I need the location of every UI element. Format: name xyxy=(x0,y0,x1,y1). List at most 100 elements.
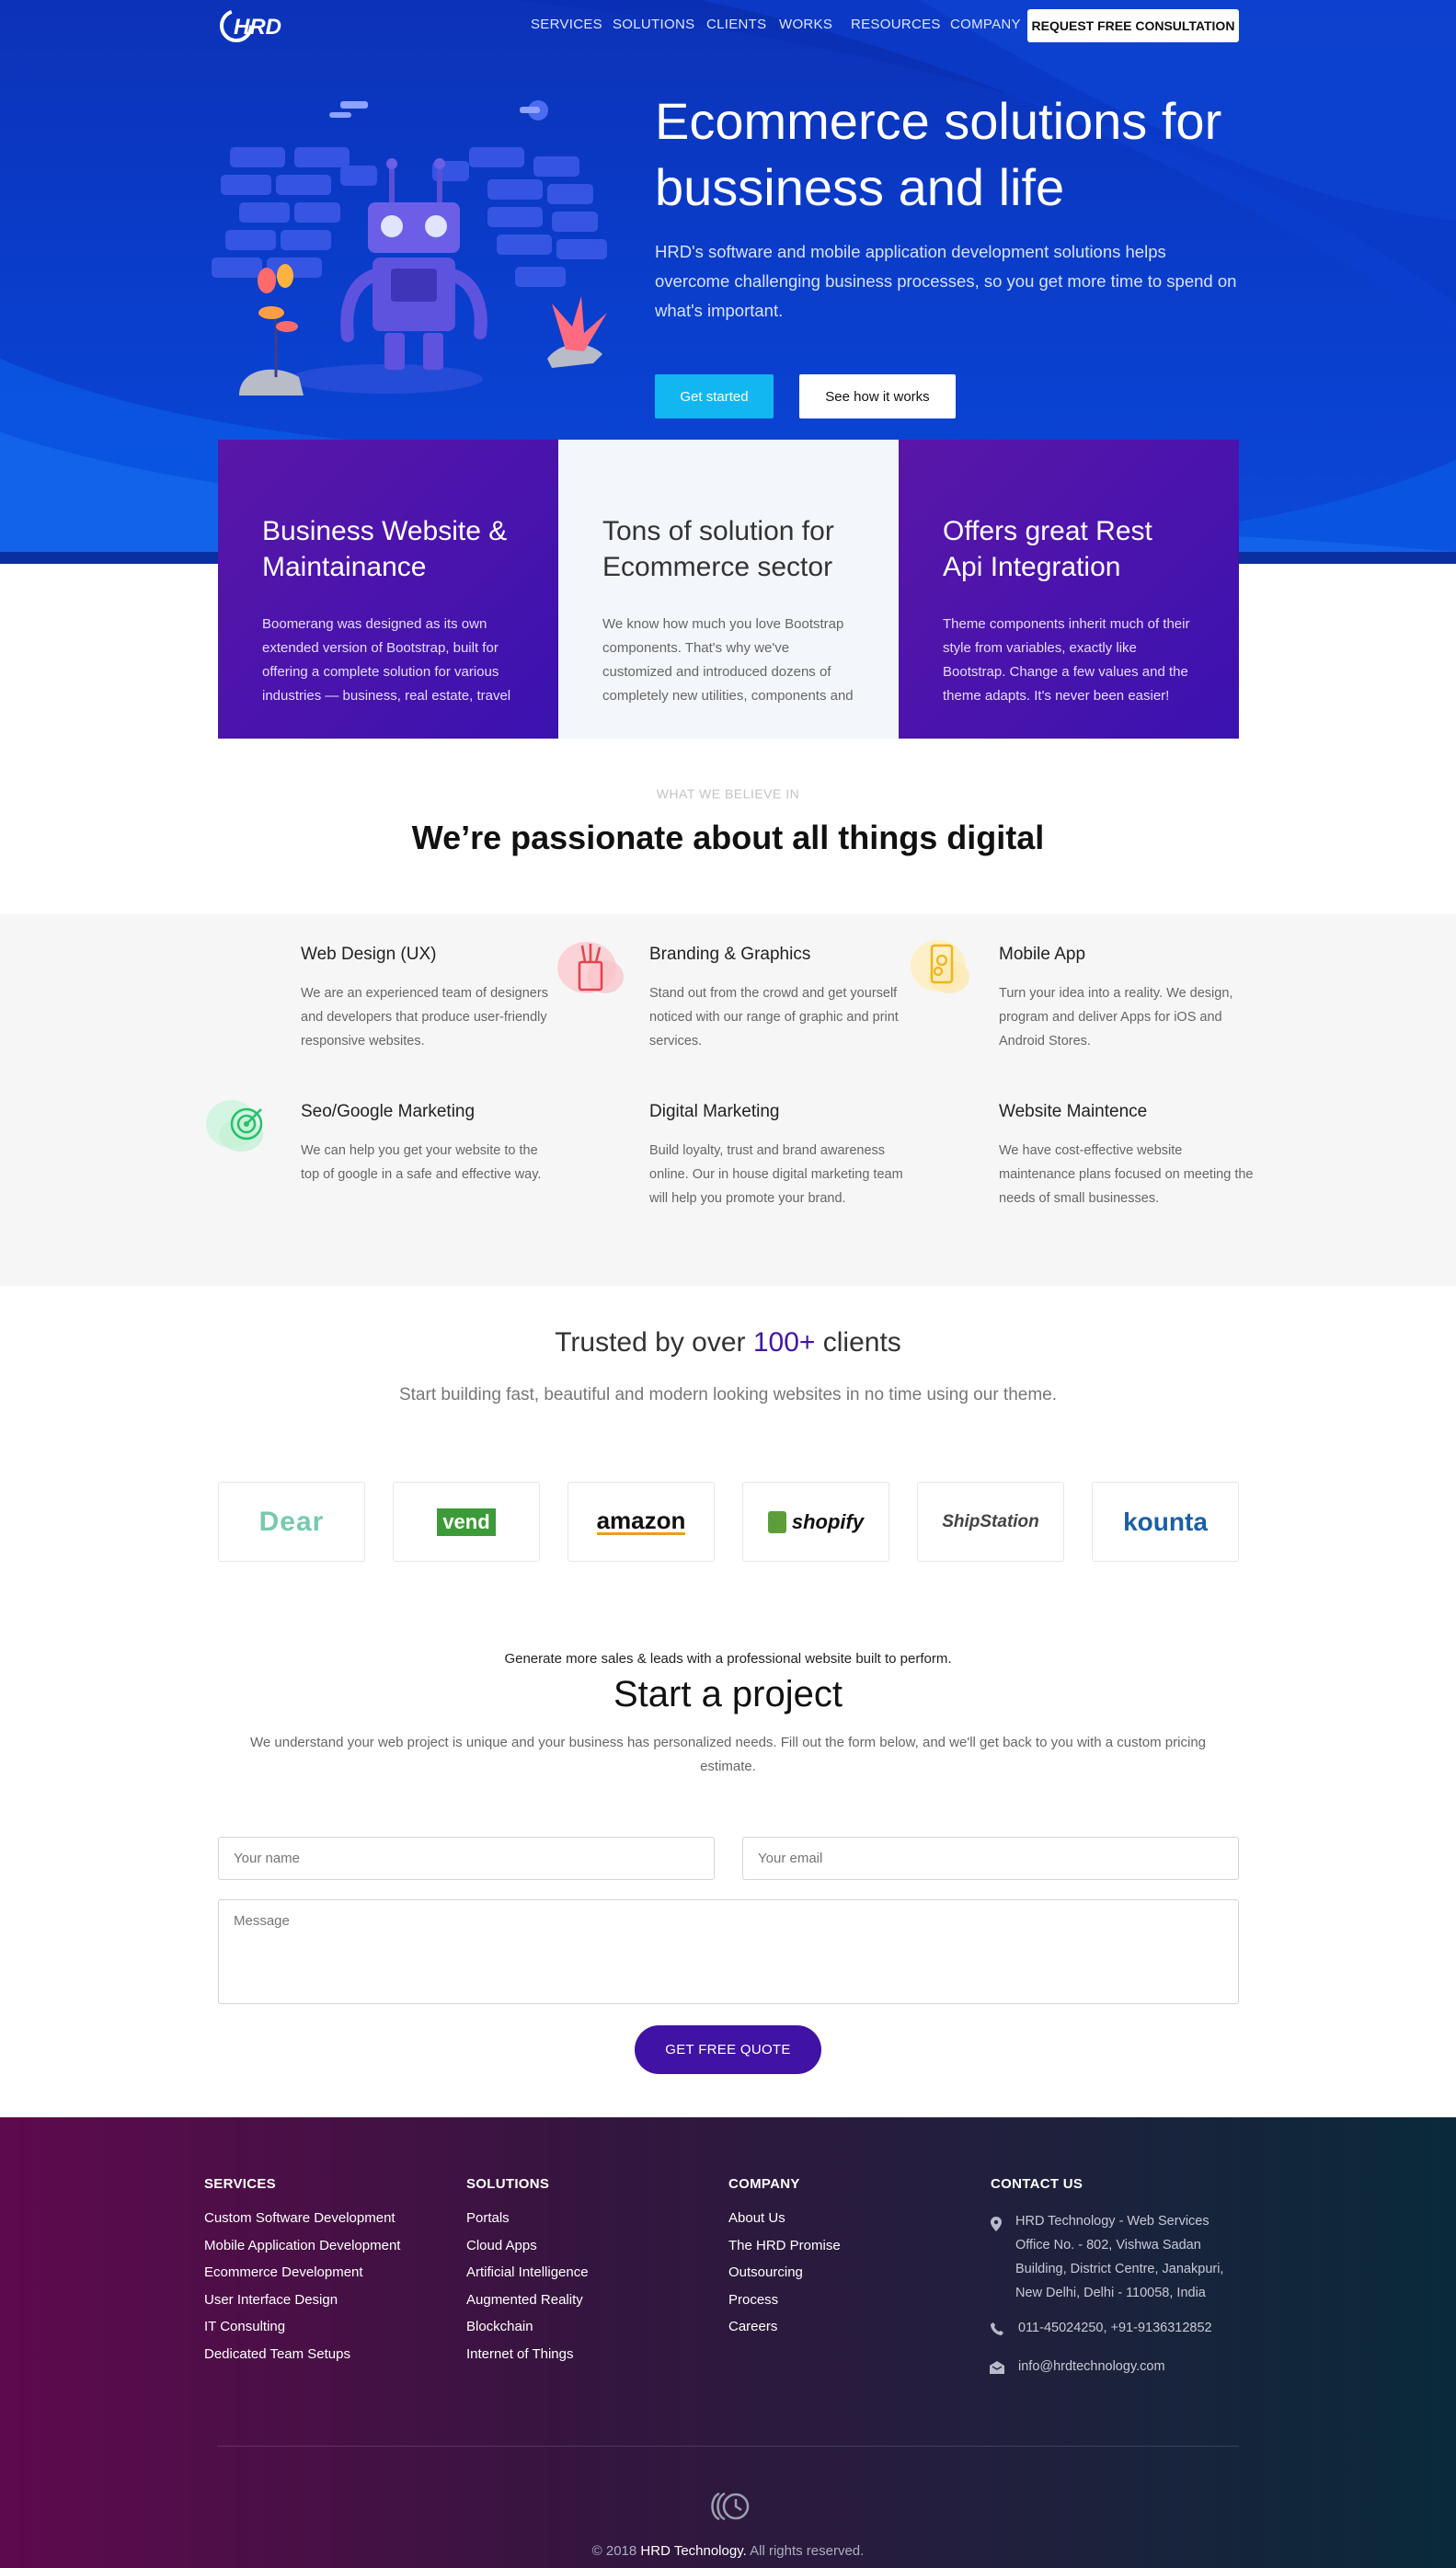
footer-link[interactable]: The HRD Promise xyxy=(728,2232,841,2260)
get-free-quote-button[interactable]: GET FREE QUOTE xyxy=(635,2025,821,2074)
client-logo-kounta[interactable]: kounta xyxy=(1092,1482,1239,1562)
robot-illustration xyxy=(212,100,607,396)
address-line: New Delhi, Delhi - 110058, India xyxy=(1015,2286,1206,2300)
nav-solutions[interactable]: SOLUTIONS xyxy=(613,17,694,32)
footer-logo-icon[interactable] xyxy=(706,2490,752,2528)
dear-logo: Dear xyxy=(258,1506,325,1537)
footer-link[interactable]: About Us xyxy=(728,2205,841,2232)
footer-services-column: SERVICES Custom Software Development Mob… xyxy=(204,2176,400,2367)
service-text: We are an experienced team of designers … xyxy=(301,986,548,1049)
services-section: Web Design (UX) We are an experienced te… xyxy=(0,914,1456,1286)
feature-card-text: Theme components inherit much of their s… xyxy=(943,616,1190,704)
nav-works[interactable]: WORKS xyxy=(779,17,832,32)
address-line: Building, District Centre, Janakpuri, xyxy=(1015,2262,1224,2276)
email-icon xyxy=(990,2361,1004,2379)
footer-link[interactable]: IT Consulting xyxy=(204,2313,400,2341)
shopify-logo: shopify xyxy=(791,1509,865,1533)
shopify-bag-icon xyxy=(767,1510,786,1533)
footer-divider xyxy=(217,2446,1239,2447)
service-mobile-app: Mobile App Turn your idea into a reality… xyxy=(999,945,1256,1053)
copyright: © 2018 HRD Technology. All rights reserv… xyxy=(0,2543,1456,2559)
footer-link[interactable]: Custom Software Development xyxy=(204,2205,400,2232)
footer-heading: COMPANY xyxy=(728,2176,800,2192)
service-title: Mobile App xyxy=(999,945,1086,964)
name-field[interactable] xyxy=(218,1837,715,1880)
nav-clients[interactable]: CLIENTS xyxy=(706,17,766,32)
footer-link[interactable]: Dedicated Team Setups xyxy=(204,2341,400,2368)
service-title: Branding & Graphics xyxy=(649,945,811,964)
contact-address: HRD Technology - Web Services Office No.… xyxy=(1015,2209,1223,2305)
footer-heading: SOLUTIONS xyxy=(466,2176,550,2192)
footer-contact-column: CONTACT US xyxy=(991,2176,1083,2205)
footer-link[interactable]: Outsourcing xyxy=(728,2259,841,2287)
request-consultation-button[interactable]: REQUEST FREE CONSULTATION xyxy=(1027,9,1239,42)
feature-card-title: Business Website & Maintainance xyxy=(262,516,508,582)
copyright-suffix: All rights reserved. xyxy=(746,2543,865,2559)
copyright-prefix: © 2018 xyxy=(591,2543,641,2559)
service-text: We can help you get your website to the … xyxy=(301,1143,542,1182)
footer-link[interactable]: Portals xyxy=(466,2205,589,2232)
service-title: Seo/Google Marketing xyxy=(301,1102,476,1121)
email-field[interactable] xyxy=(742,1837,1239,1880)
client-logo-shipstation[interactable]: ShipStation xyxy=(917,1482,1064,1562)
footer-link[interactable]: Blockchain xyxy=(466,2313,589,2341)
trusted-subtitle: Start building fast, beautiful and moder… xyxy=(398,1385,1058,1404)
shipstation-logo: ShipStation xyxy=(942,1511,1039,1531)
project-text: We understand your web project is unique… xyxy=(250,1735,1206,1774)
feature-card-title: Offers great Rest Api Integration xyxy=(943,516,1152,582)
vend-logo: vend xyxy=(437,1508,496,1536)
feature-card-rest-api: Offers great Rest Api Integration Theme … xyxy=(899,440,1239,739)
footer-link[interactable]: Augmented Reality xyxy=(466,2287,589,2314)
nav-resources[interactable]: RESOURCES xyxy=(851,17,941,32)
brand-logo[interactable]: HRD xyxy=(217,4,309,46)
footer-link[interactable]: Process xyxy=(728,2287,841,2314)
footer: SERVICES Custom Software Development Mob… xyxy=(0,2117,1456,2568)
footer-link[interactable]: Ecommerce Development xyxy=(204,2259,400,2287)
service-branding: Branding & Graphics Stand out from the c… xyxy=(649,945,907,1053)
footer-link[interactable]: Artificial Intelligence xyxy=(466,2259,589,2287)
footer-link[interactable]: User Interface Design xyxy=(204,2287,400,2314)
client-logo-vend[interactable]: vend xyxy=(393,1482,540,1562)
service-seo: Seo/Google Marketing We can help you get… xyxy=(301,1102,558,1187)
phone-icon xyxy=(991,2322,1003,2340)
trusted-count: 100+ xyxy=(752,1327,816,1358)
contact-phone[interactable]: 011-45024250, +91-9136312852 xyxy=(1018,2316,1212,2340)
hero-title: Ecommerce solutions for bussiness and li… xyxy=(655,92,1222,216)
address-line: HRD Technology - Web Services xyxy=(1015,2214,1210,2229)
contact-email[interactable]: info@hrdtechnology.com xyxy=(1018,2355,1165,2379)
client-logo-shopify[interactable]: shopify xyxy=(742,1482,889,1562)
amazon-logo: amazon xyxy=(596,1507,686,1535)
section-eyebrow: WHAT WE BELIEVE IN xyxy=(656,786,800,801)
get-started-button[interactable]: Get started xyxy=(655,374,774,418)
footer-link[interactable]: Internet of Things xyxy=(466,2341,589,2368)
service-digital-marketing: Digital Marketing Build loyalty, trust a… xyxy=(649,1102,907,1210)
hero-subtitle: HRD's software and mobile application de… xyxy=(655,242,1237,320)
feature-card-business-website: Business Website & Maintainance Boomeran… xyxy=(218,440,558,739)
service-website-maintenance: Website Maintence We have cost-effective… xyxy=(999,1102,1256,1210)
mobile-settings-icon xyxy=(901,936,980,1003)
nav-services[interactable]: SERVICES xyxy=(531,17,602,32)
see-how-it-works-button[interactable]: See how it works xyxy=(799,374,956,418)
feature-card-ecommerce: Tons of solution for Ecommerce sector We… xyxy=(558,440,899,739)
feature-card-title: Tons of solution for Ecommerce sector xyxy=(602,516,834,582)
believe-title: We’re passionate about all things digita… xyxy=(411,819,1045,856)
target-icon xyxy=(204,1096,283,1163)
service-title: Web Design (UX) xyxy=(301,945,437,964)
service-text: Build loyalty, trust and brand awareness… xyxy=(649,1143,903,1206)
footer-company-column: COMPANY About Us The HRD Promise Outsour… xyxy=(728,2176,841,2341)
service-text: Turn your idea into a reality. We design… xyxy=(999,986,1233,1049)
copyright-brand[interactable]: HRD Technology. xyxy=(640,2543,746,2559)
feature-card-text: We know how much you love Bootstrap comp… xyxy=(602,616,854,704)
service-title: Digital Marketing xyxy=(649,1102,780,1121)
brand-name: HRD xyxy=(234,15,281,40)
nav-company[interactable]: COMPANY xyxy=(950,17,1021,32)
footer-link[interactable]: Cloud Apps xyxy=(466,2232,589,2260)
message-field[interactable] xyxy=(218,1899,1239,2004)
footer-link[interactable]: Mobile Application Development xyxy=(204,2232,400,2260)
project-title: Start a project xyxy=(613,1674,843,1714)
footer-link[interactable]: Careers xyxy=(728,2313,841,2341)
client-logo-amazon[interactable]: amazon xyxy=(567,1482,715,1562)
trusted-prefix: Trusted by over xyxy=(555,1327,753,1358)
client-logo-dear[interactable]: Dear xyxy=(218,1482,365,1562)
footer-solutions-column: SOLUTIONS Portals Cloud Apps Artificial … xyxy=(466,2176,589,2367)
